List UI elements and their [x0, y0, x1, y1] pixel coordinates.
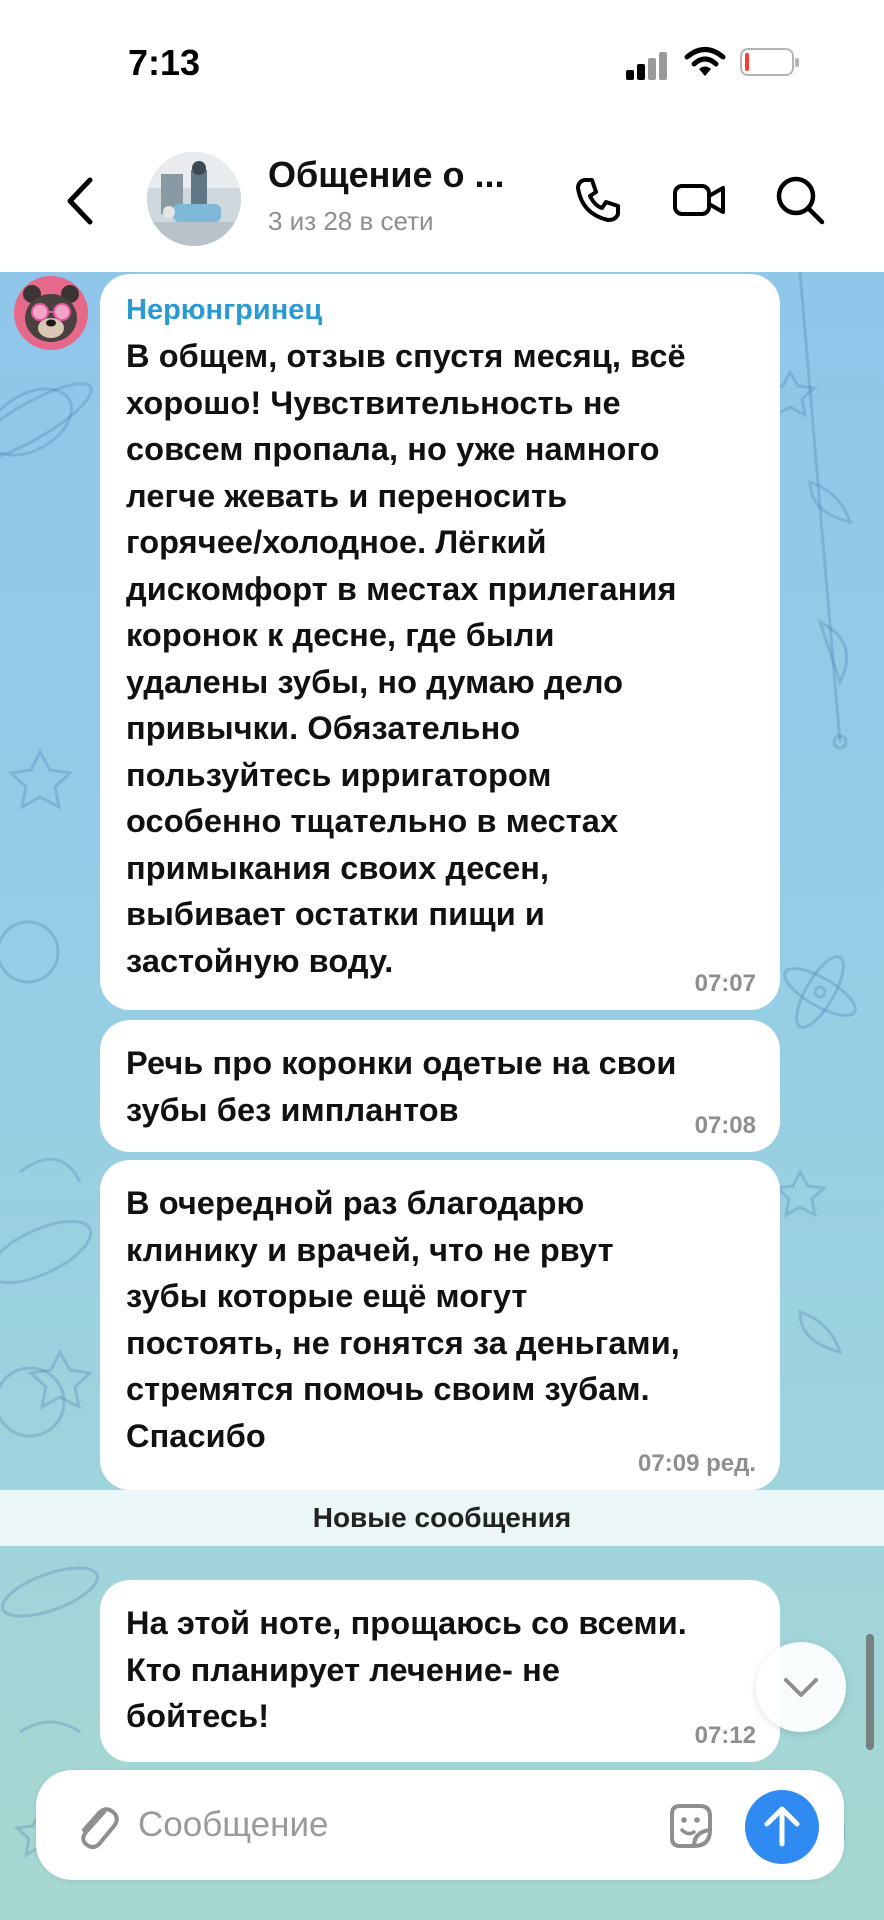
- paperclip-icon[interactable]: [70, 1798, 120, 1852]
- message-text: На этой ноте, прощаюсь со всеми. Кто пла…: [126, 1605, 687, 1734]
- new-messages-divider: Новые сообщения: [0, 1490, 884, 1546]
- chat-avatar[interactable]: [147, 152, 241, 246]
- message-time: 07:08: [694, 1112, 756, 1139]
- battery-level: [745, 53, 749, 71]
- video-camera-icon[interactable]: [671, 172, 727, 228]
- scroll-to-bottom-button[interactable]: [756, 1642, 846, 1732]
- phone-icon[interactable]: [570, 172, 626, 228]
- message-time: 07:07: [694, 970, 756, 997]
- message-text: В общем, отзыв спустя месяц, всё хорошо!…: [126, 338, 686, 979]
- message-bubble[interactable]: Нерюнгринец В общем, отзыв спустя месяц,…: [100, 274, 780, 1010]
- message-composer: [36, 1770, 844, 1880]
- chevron-down-icon: [784, 1678, 818, 1697]
- chat-header: Общение о ... 3 из 28 в сети: [0, 130, 884, 273]
- online-status: 3 из 28 в сети: [268, 206, 434, 236]
- scrollbar[interactable]: [866, 1634, 874, 1750]
- message-bubble[interactable]: Речь про коронки одетые на свои зубы без…: [100, 1020, 780, 1152]
- cellular-signal-icon: [626, 50, 672, 80]
- send-button[interactable]: [745, 1790, 819, 1864]
- battery-icon: [740, 48, 799, 76]
- message-input[interactable]: [138, 1790, 678, 1860]
- message-time: 07:12: [694, 1722, 756, 1749]
- chat-messages-area[interactable]: Нерюнгринец В общем, отзыв спустя месяц,…: [0, 272, 884, 1920]
- search-icon[interactable]: [772, 172, 828, 228]
- sticker-icon[interactable]: [664, 1800, 716, 1852]
- sender-name[interactable]: Нерюнгринец: [126, 294, 754, 327]
- chevron-left-icon[interactable]: [58, 174, 104, 228]
- status-bar: 7:13: [0, 0, 884, 130]
- arrow-up-icon: [764, 1806, 800, 1847]
- message-bubble[interactable]: В очередной раз благодарю клинику и врач…: [100, 1160, 780, 1490]
- message-bubble[interactable]: На этой ноте, прощаюсь со всеми. Кто пла…: [100, 1580, 780, 1762]
- status-time: 7:13: [128, 42, 201, 83]
- message-text: Речь про коронки одетые на свои зубы без…: [126, 1045, 677, 1128]
- message-time: 07:09 ред.: [638, 1450, 756, 1477]
- avatar[interactable]: [14, 276, 88, 350]
- message-text: В очередной раз благодарю клинику и врач…: [126, 1185, 680, 1454]
- wifi-icon: [684, 47, 726, 76]
- chat-title[interactable]: Общение о ...: [268, 154, 505, 196]
